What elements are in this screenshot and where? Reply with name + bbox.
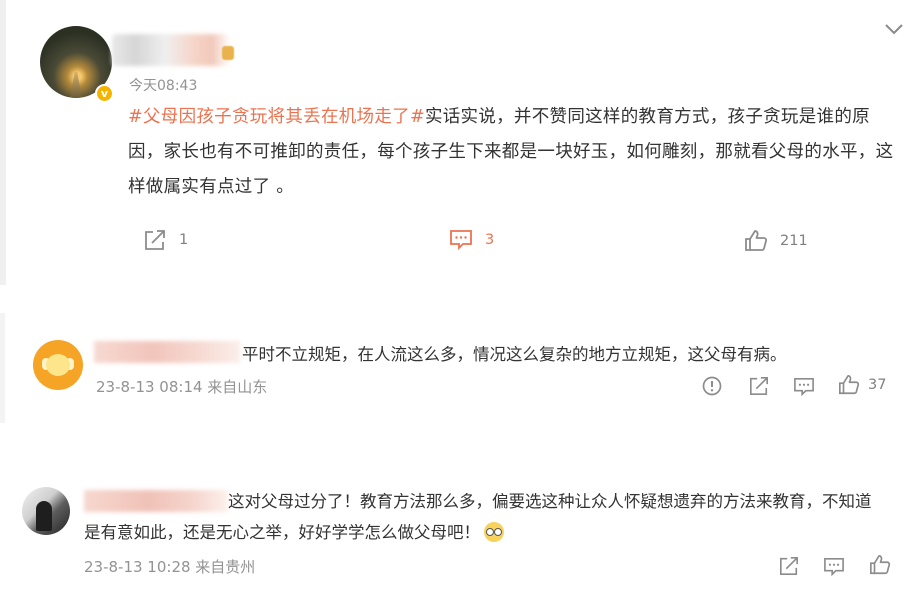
thumbs-up-icon[interactable]	[869, 554, 891, 576]
nerd-glasses-emoji-icon	[484, 522, 504, 542]
commenter-avatar[interactable]	[33, 340, 83, 390]
comment-text: 这对父母过分了！教育方法那么多，偏要选这种让众人怀疑想遗弃的方法来教育，不知道是…	[84, 486, 884, 548]
comment-text: 平时不立规矩，在人流这么多，情况这么复杂的地方立规矩，这父母有病。	[242, 345, 787, 364]
comment-like-count: 37	[868, 377, 887, 393]
post-author-name-redacted[interactable]	[112, 34, 230, 66]
share-icon[interactable]	[748, 376, 770, 396]
post-left-divider	[0, 0, 6, 285]
post-share-count: 1	[179, 232, 189, 248]
comment-icon[interactable]	[793, 377, 815, 397]
avatar-figure	[36, 501, 52, 531]
share-icon[interactable]	[778, 556, 800, 576]
commenter-name-redacted[interactable]	[94, 341, 240, 363]
post-comment-count: 3	[485, 232, 495, 248]
avatar-road-graphic	[70, 72, 82, 98]
comment-icon	[449, 229, 473, 251]
comment-like-button[interactable]: 37	[838, 374, 886, 396]
post-timestamp[interactable]: 今天08:43	[129, 75, 197, 95]
comment-meta: 23-8-13 10:28 来自贵州	[84, 558, 256, 576]
thumbs-up-icon	[838, 374, 860, 396]
comment-item: 这对父母过分了！教育方法那么多，偏要选这种让众人怀疑想遗弃的方法来教育，不知道是…	[0, 470, 913, 593]
commenter-avatar[interactable]	[22, 487, 70, 535]
verified-badge-icon: v	[95, 84, 114, 103]
avatar-face	[46, 354, 70, 376]
comment-icon[interactable]	[823, 557, 845, 577]
comment-text-body: 这对父母过分了！教育方法那么多，偏要选这种让众人怀疑想遗弃的方法来教育，不知道是…	[84, 492, 872, 542]
user-level-badge-icon	[222, 46, 234, 60]
post-like-count: 211	[780, 233, 808, 249]
post-hashtag-link[interactable]: #父母因孩子贪玩将其丢在机场走了#	[128, 107, 425, 127]
post-card: v 今天08:43 #父母因孩子贪玩将其丢在机场走了#实话实说，并不赞同这样的教…	[0, 0, 913, 285]
post-content: #父母因孩子贪玩将其丢在机场走了#实话实说，并不赞同这样的教育方式，孩子贪玩是谁…	[128, 100, 898, 205]
post-like-button[interactable]: 211	[744, 229, 808, 253]
share-icon	[143, 229, 167, 251]
post-share-button[interactable]: 1	[143, 229, 188, 251]
report-icon[interactable]	[702, 376, 722, 396]
comment-left-divider	[0, 313, 5, 423]
post-comment-button[interactable]: 3	[449, 229, 494, 251]
chevron-down-icon[interactable]	[884, 22, 904, 36]
comment-item: 平时不立规矩，在人流这么多，情况这么复杂的地方立规矩，这父母有病。 23-8-1…	[0, 305, 913, 425]
thumbs-up-icon	[744, 229, 768, 253]
comment-meta: 23-8-13 08:14 来自山东	[96, 378, 268, 396]
